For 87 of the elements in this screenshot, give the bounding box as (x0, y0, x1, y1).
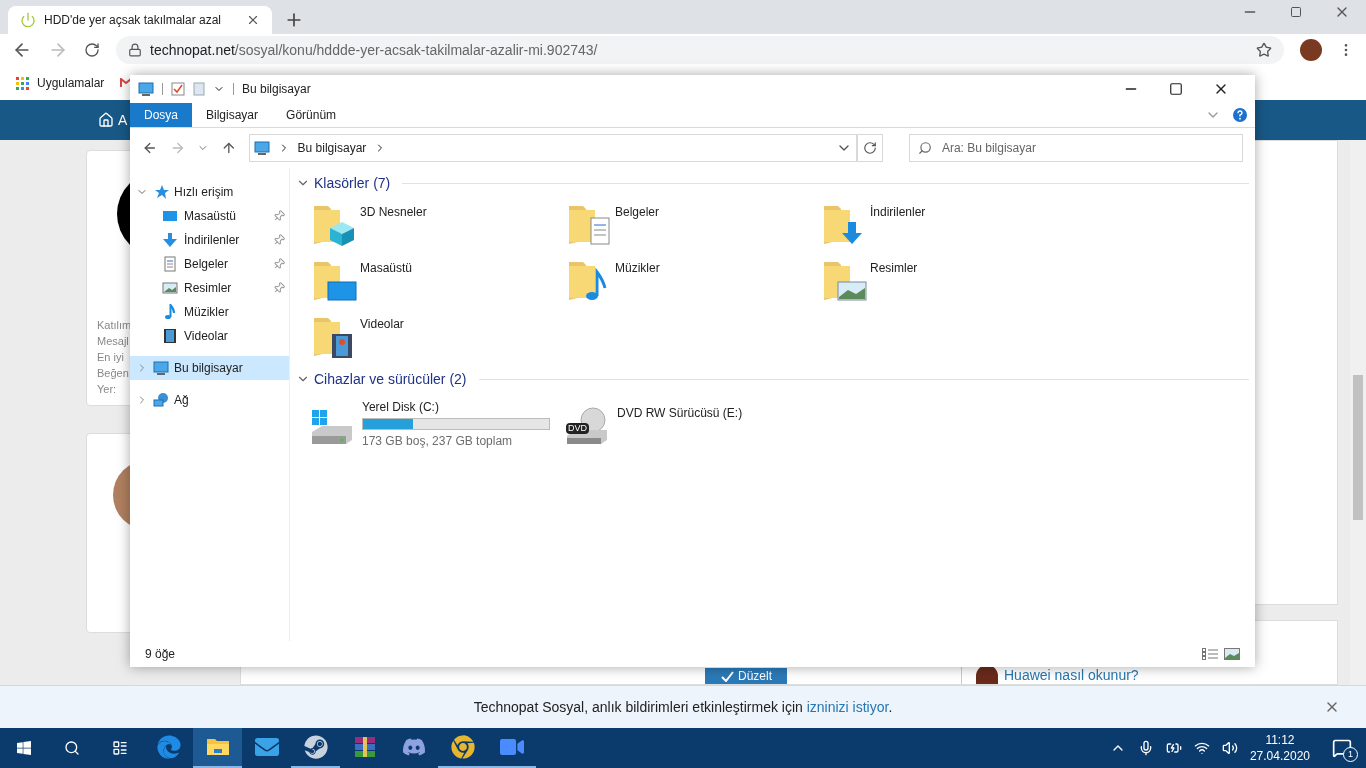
nav-link[interactable]: A (118, 109, 128, 131)
ribbon-tab[interactable]: Dosya (130, 103, 192, 127)
film-icon (162, 328, 178, 344)
back-icon[interactable] (142, 140, 158, 156)
nav-tree-item[interactable]: Ağ (130, 388, 289, 412)
drive-capacity-text: 173 GB boş, 237 GB toplam (362, 433, 514, 450)
notification-count-badge: 1 (1343, 747, 1358, 762)
home-icon[interactable] (98, 112, 114, 128)
address-bar[interactable]: technopat.net/sosyal/konu/hddde-yer-acsak-takilmalar-azalir-mi.902743/ (116, 36, 1284, 64)
section-header[interactable]: Klasörler (7) (314, 172, 391, 194)
refresh-button[interactable] (857, 134, 883, 162)
drive-name: Yerel Disk (C:) (362, 399, 440, 416)
close-icon[interactable] (246, 13, 260, 27)
drive-name: DVD RW Sürücüsü (E:) (617, 405, 743, 422)
folder-tile[interactable]: İndirilenler (820, 198, 1075, 254)
profile-stat-label: Mesajl (97, 334, 127, 349)
ribbon-tab[interactable]: Görünüm (272, 103, 351, 127)
refresh-icon (863, 141, 878, 155)
action-center-icon[interactable] (1332, 738, 1352, 758)
folder-tile[interactable]: Resimler (820, 254, 1075, 310)
picture-icon (162, 280, 178, 296)
ribbon-tab[interactable]: Bilgisayar (192, 103, 273, 127)
window-title: Bu bilgisayar (242, 81, 311, 98)
search-icon (917, 141, 932, 155)
spell-check-icon (720, 670, 734, 682)
nav-tree-item[interactable]: Videolar (130, 324, 289, 348)
profile-avatar[interactable] (1300, 39, 1322, 61)
document-icon (162, 256, 178, 272)
monitor-icon (138, 81, 154, 97)
drive-tile[interactable]: DVD DVD RW Sürücüsü (E:) (565, 394, 820, 450)
profile-stat-label: Beğen (97, 366, 127, 381)
browser-tab[interactable]: HDD'de yer açsak takılmalar azal (8, 6, 272, 34)
lock-icon (128, 43, 142, 57)
checklist-icon[interactable] (171, 82, 185, 96)
section-header[interactable]: Cihazlar ve sürücüler (2) (314, 368, 467, 390)
nav-tree-item[interactable]: Belgeler (130, 252, 289, 276)
search-icon[interactable] (64, 740, 80, 756)
tab-title: HDD'de yer açsak takılmalar azal (44, 12, 223, 29)
folder-tile[interactable]: Belgeler (565, 198, 820, 254)
envelope-logo-icon[interactable] (120, 78, 133, 88)
clock-date[interactable]: 27.04.2020 (1249, 748, 1310, 764)
address-field[interactable]: Bu bilgisayar (248, 134, 858, 162)
nav-tree-item[interactable]: Resimler (130, 276, 289, 300)
restore-icon[interactable] (1290, 6, 1302, 18)
folder-tile[interactable]: Müzikler (565, 254, 820, 310)
profile-stat-label: En iyi (97, 350, 125, 365)
permission-link[interactable]: izninizi istiyor (806, 698, 889, 715)
breadcrumb-item[interactable]: Bu bilgisayar (297, 139, 367, 157)
apps-grid-icon (16, 76, 29, 90)
envelope-icon (254, 735, 279, 759)
music-note-icon (162, 304, 178, 320)
round-gear-logo-icon (303, 735, 328, 759)
clock-time[interactable]: 11:12 (1265, 732, 1295, 748)
drive-tile[interactable]: Yerel Disk (C:) 173 GB boş, 237 GB toplam (310, 394, 565, 450)
fix-button[interactable]: Düzelt (705, 668, 787, 684)
e-logo-icon (156, 735, 181, 759)
maximize-icon[interactable] (1169, 82, 1183, 96)
large-icons-view-icon[interactable] (1224, 648, 1240, 660)
power-icon (20, 12, 36, 28)
url-text: technopat.net/sosyal/konu/hddde-yer-acsak-takilmalar-azalir-mi.902743/ (150, 40, 599, 60)
bookmark-star-icon[interactable] (1256, 42, 1272, 58)
bookmark-link[interactable]: Uygulamalar (37, 74, 105, 92)
folder-tile[interactable]: Videolar (310, 310, 565, 366)
reload-icon[interactable] (84, 42, 100, 58)
help-icon[interactable] (1233, 108, 1247, 122)
wifi-icon[interactable] (1193, 740, 1210, 756)
scrollbar-thumb[interactable] (1353, 375, 1363, 520)
taskbar-app[interactable] (193, 728, 242, 768)
nav-tree-item[interactable]: Müzikler (130, 300, 289, 324)
profile-stat-label: Yer: (97, 382, 118, 397)
folder-tile[interactable]: 3D Nesneler (310, 198, 565, 254)
nav-tree-item[interactable]: Bu bilgisayar (130, 356, 289, 380)
details-view-icon[interactable] (1202, 648, 1218, 660)
folder-icon (205, 737, 230, 757)
notification-message: Technopat Sosyal, anlık bildirimleri etkinleştirmek için izninizi istiyor. (473, 697, 893, 717)
monitor-icon (153, 360, 169, 376)
related-thread-link[interactable]: Huawei nasıl okunur? (1004, 666, 1139, 684)
item-count: 9 öğe (145, 646, 176, 663)
folder-tile[interactable]: Masaüstü (310, 254, 565, 310)
start-icon[interactable] (16, 740, 32, 756)
battery-icon[interactable] (1165, 740, 1182, 756)
volume-icon[interactable] (1221, 740, 1238, 756)
books-stack-icon (352, 735, 377, 759)
task-view-icon[interactable] (112, 740, 128, 756)
network-globe-icon (153, 392, 169, 408)
monitor-icon (253, 140, 270, 156)
search-field[interactable]: Ara: Bu bilgisayar (908, 134, 1243, 162)
